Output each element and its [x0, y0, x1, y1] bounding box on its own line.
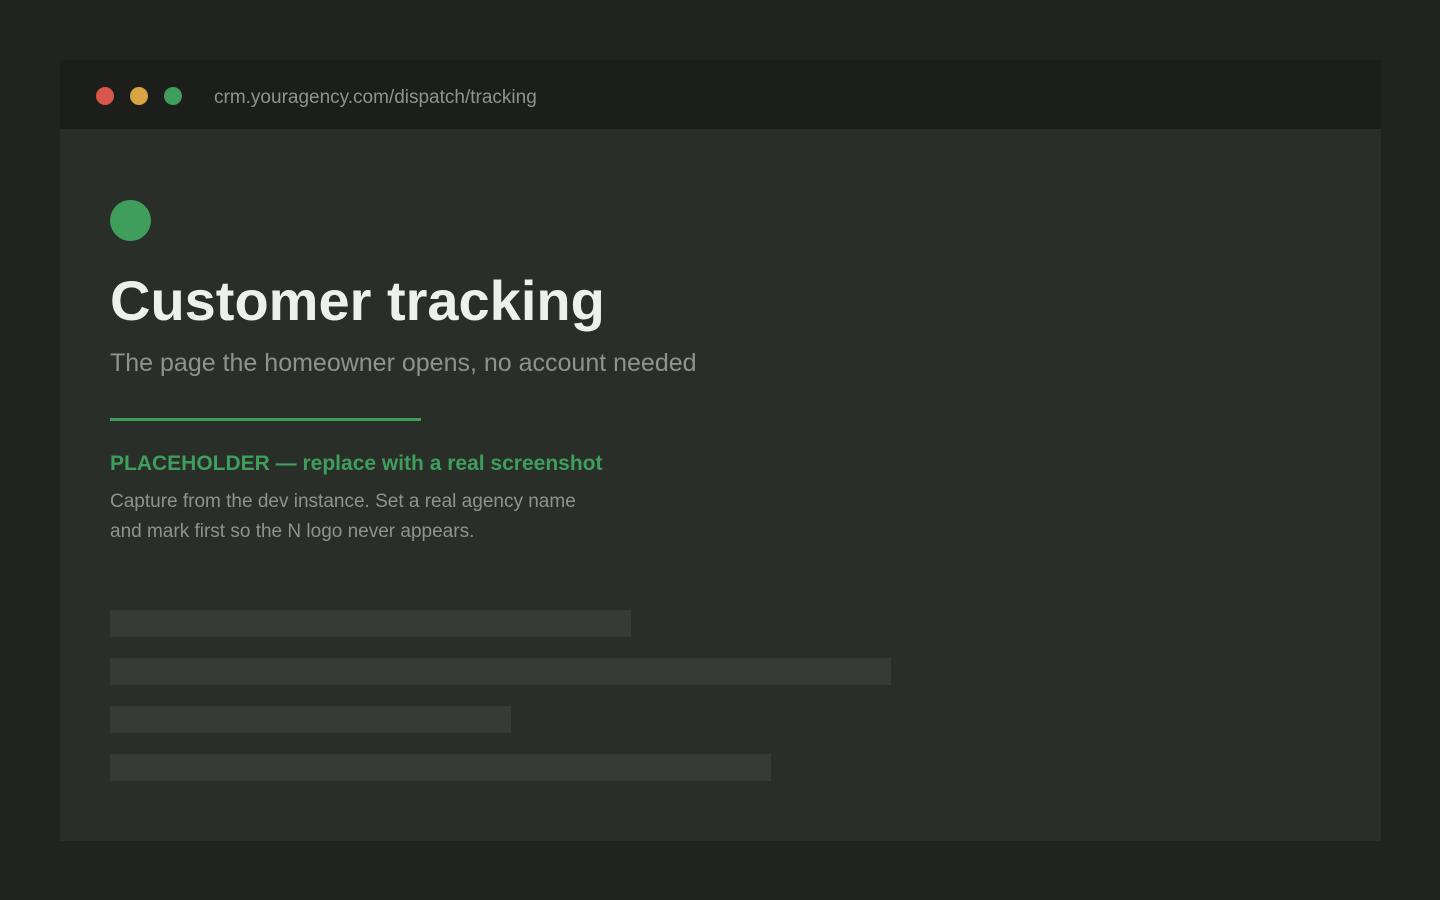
skeleton-line — [110, 610, 631, 637]
skeleton-line — [110, 754, 771, 781]
browser-titlebar: crm.youragency.com/dispatch/tracking — [60, 60, 1381, 129]
placeholder-description: Capture from the dev instance. Set a rea… — [110, 487, 730, 547]
placeholder-description-line: Capture from the dev instance. Set a rea… — [110, 491, 576, 512]
accent-divider — [110, 418, 421, 421]
page-subtitle: The page the homeowner opens, no account… — [110, 349, 697, 377]
page-title: Customer tracking — [110, 269, 605, 332]
page-content: Customer tracking The page the homeowner… — [110, 129, 1331, 841]
agency-logo-mark — [110, 200, 151, 241]
minimize-window-button[interactable] — [130, 87, 148, 105]
placeholder-description-line: and mark first so the N logo never appea… — [110, 521, 475, 542]
browser-window: crm.youragency.com/dispatch/tracking Cus… — [60, 60, 1381, 841]
placeholder-heading: PLACEHOLDER — replace with a real screen… — [110, 452, 603, 475]
close-window-button[interactable] — [96, 87, 114, 105]
skeleton-line — [110, 706, 511, 733]
maximize-window-button[interactable] — [164, 87, 182, 105]
skeleton-line — [110, 658, 891, 685]
address-bar-url[interactable]: crm.youragency.com/dispatch/tracking — [214, 86, 537, 110]
